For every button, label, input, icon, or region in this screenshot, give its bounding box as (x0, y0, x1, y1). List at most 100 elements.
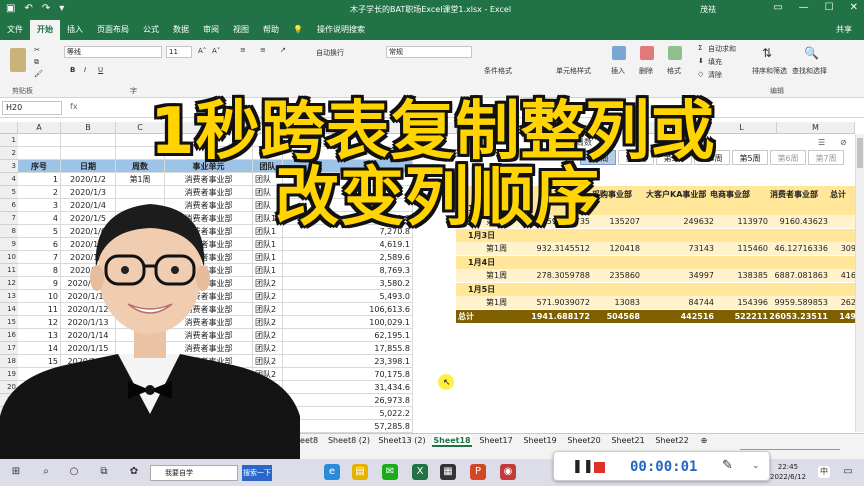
grow-font-icon[interactable]: A˄ (198, 47, 206, 55)
pivot-group-label[interactable]: 1月4日 (468, 256, 495, 269)
tab-data[interactable]: 数据 (166, 20, 196, 40)
pivot-value-cell[interactable]: 13083 (576, 296, 640, 309)
pivot-row-label[interactable]: 第1周 (486, 296, 507, 309)
copy-icon[interactable]: ⧉ (34, 58, 39, 67)
pivot-total-label[interactable]: 总计 (458, 310, 474, 323)
grid-cell[interactable] (61, 147, 116, 160)
table-cell[interactable]: 100,029.1 (283, 316, 413, 329)
task-view-icon[interactable]: ⧉ (96, 464, 112, 480)
slicer-clear-filter-icon[interactable]: ⊘ (840, 136, 847, 149)
search-icon[interactable]: ⌕ (38, 464, 54, 480)
pivot-value-cell[interactable]: 416 (792, 269, 856, 282)
add-sheet-icon[interactable]: ⊕ (698, 435, 710, 447)
autosum-icon[interactable]: Σ (698, 44, 702, 52)
sheet-tab[interactable]: Sheet19 (520, 435, 560, 447)
tab-formulas[interactable]: 公式 (136, 20, 166, 40)
slicer-item[interactable]: 第5周 (732, 150, 768, 165)
recorder-app-icon[interactable]: ◉ (500, 464, 516, 480)
bold-button[interactable]: B (70, 66, 75, 74)
table-cell[interactable]: 62,195.1 (283, 329, 413, 342)
fx-icon[interactable]: fx (70, 102, 78, 111)
ribbon-display-icon[interactable]: ▭ (773, 2, 782, 13)
name-box[interactable]: H20 (2, 101, 62, 115)
italic-button[interactable]: I (84, 66, 86, 74)
excel-taskbar-icon[interactable]: X (412, 464, 428, 480)
slicer-multiselect-icon[interactable]: ☰ (818, 136, 825, 149)
font-name-box[interactable]: 等线 (64, 46, 162, 58)
table-cell[interactable]: 2,589.6 (283, 251, 413, 264)
sheet-tab[interactable]: Sheet20 (564, 435, 604, 447)
table-cell[interactable]: 4,619.1 (283, 238, 413, 251)
table-cell[interactable]: 23,398.1 (283, 355, 413, 368)
pivot-value-cell[interactable]: 115460 (704, 242, 768, 255)
tab-view[interactable]: 视图 (226, 20, 256, 40)
save-icon[interactable]: ▣ (6, 3, 15, 14)
wrap-text-button[interactable]: 自动换行 (316, 48, 344, 58)
clear-icon[interactable]: ◇ (698, 70, 703, 78)
app-icon[interactable]: ▦ (440, 464, 456, 480)
delete-cells-icon[interactable] (640, 46, 654, 60)
column-header-b[interactable]: B (61, 122, 116, 134)
table-cell[interactable]: 17,855.8 (283, 342, 413, 355)
table-cell[interactable]: 31,434.6 (283, 381, 413, 394)
shrink-font-icon[interactable]: A˅ (212, 47, 220, 55)
table-cell[interactable]: 106,613.6 (283, 303, 413, 316)
powerpoint-icon[interactable]: P (470, 464, 486, 480)
tab-home[interactable]: 开始 (30, 20, 60, 40)
tab-help[interactable]: 帮助 (256, 20, 286, 40)
table-header-cell[interactable]: 序号 (18, 160, 61, 173)
column-header-a[interactable]: A (18, 122, 61, 134)
tab-insert[interactable]: 插入 (60, 20, 90, 40)
notification-icon[interactable]: ▭ (840, 464, 856, 480)
conditional-format-button[interactable]: 条件格式 (484, 66, 512, 76)
pivot-total-cell[interactable]: 522211 (704, 310, 768, 323)
cut-icon[interactable]: ✂ (34, 46, 40, 54)
find-select-icon[interactable]: 🔍 (804, 46, 819, 60)
fill-button[interactable]: 填充 (708, 57, 722, 67)
row-header[interactable]: 3 (0, 160, 18, 173)
number-format-box[interactable]: 常规 (386, 46, 472, 58)
pivot-row-label[interactable]: 第1周 (486, 242, 507, 255)
pivot-group-label[interactable]: 1月5日 (468, 283, 495, 296)
start-icon[interactable]: ⊞ (8, 464, 24, 480)
table-cell[interactable]: 8,769.3 (283, 264, 413, 277)
sheet-tab[interactable]: Sheet21 (608, 435, 648, 447)
sheet-tab[interactable]: Sheet17 (476, 435, 516, 447)
insert-cells-icon[interactable] (612, 46, 626, 60)
pivot-column-header[interactable]: 电商事业部 (710, 188, 750, 201)
table-cell[interactable]: 3,580.2 (283, 277, 413, 290)
pivot-total-cell[interactable]: 504568 (576, 310, 640, 323)
table-cell[interactable]: 57,285.8 (283, 420, 413, 433)
row-header[interactable]: 2 (0, 147, 18, 160)
pivot-value-cell[interactable]: 120418 (576, 242, 640, 255)
pivot-value-cell[interactable]: 138385 (704, 269, 768, 282)
cortana-icon[interactable]: ○ (66, 464, 82, 480)
edge-icon[interactable]: e (324, 464, 340, 480)
tab-file[interactable]: 文件 (0, 20, 30, 40)
pivot-value-cell[interactable]: 154396 (704, 296, 768, 309)
grid-cell[interactable] (18, 147, 61, 160)
input-language[interactable]: 中 (818, 466, 830, 478)
column-header-l[interactable]: L (707, 122, 777, 134)
pivot-value-cell[interactable]: 113970 (704, 215, 768, 228)
format-cells-icon[interactable] (668, 46, 682, 60)
row-header[interactable]: 1 (0, 134, 18, 147)
sort-filter-button[interactable]: 排序和筛选 (752, 66, 787, 76)
table-cell[interactable]: 5,493.0 (283, 290, 413, 303)
table-cell[interactable]: 70,175.8 (283, 368, 413, 381)
pivot-column-header[interactable]: 总计 (830, 188, 846, 201)
sheet-tab[interactable]: Sheet13 (2) (376, 435, 428, 447)
customize-icon[interactable]: ▾ (59, 3, 64, 14)
pivot-total-cell[interactable]: 149 (792, 310, 856, 323)
insert-cells-button[interactable]: 插入 (611, 66, 625, 76)
cell-style-button[interactable]: 单元格样式 (556, 66, 591, 76)
pivot-value-cell[interactable]: 235860 (576, 269, 640, 282)
tell-me-search[interactable]: 操作说明搜索 (310, 20, 372, 40)
find-select-button[interactable]: 查找和选择 (792, 66, 827, 76)
paste-icon[interactable] (10, 48, 26, 72)
wechat-icon[interactable]: ✉ (382, 464, 398, 480)
pivot-column-header[interactable]: 大客户KA事业部 (646, 188, 706, 201)
taskbar-clock[interactable]: 22:45 2022/6/12 (770, 462, 806, 482)
pivot-row-label[interactable]: 第1周 (486, 269, 507, 282)
collapse-icon[interactable]: ⌄ (752, 461, 760, 471)
